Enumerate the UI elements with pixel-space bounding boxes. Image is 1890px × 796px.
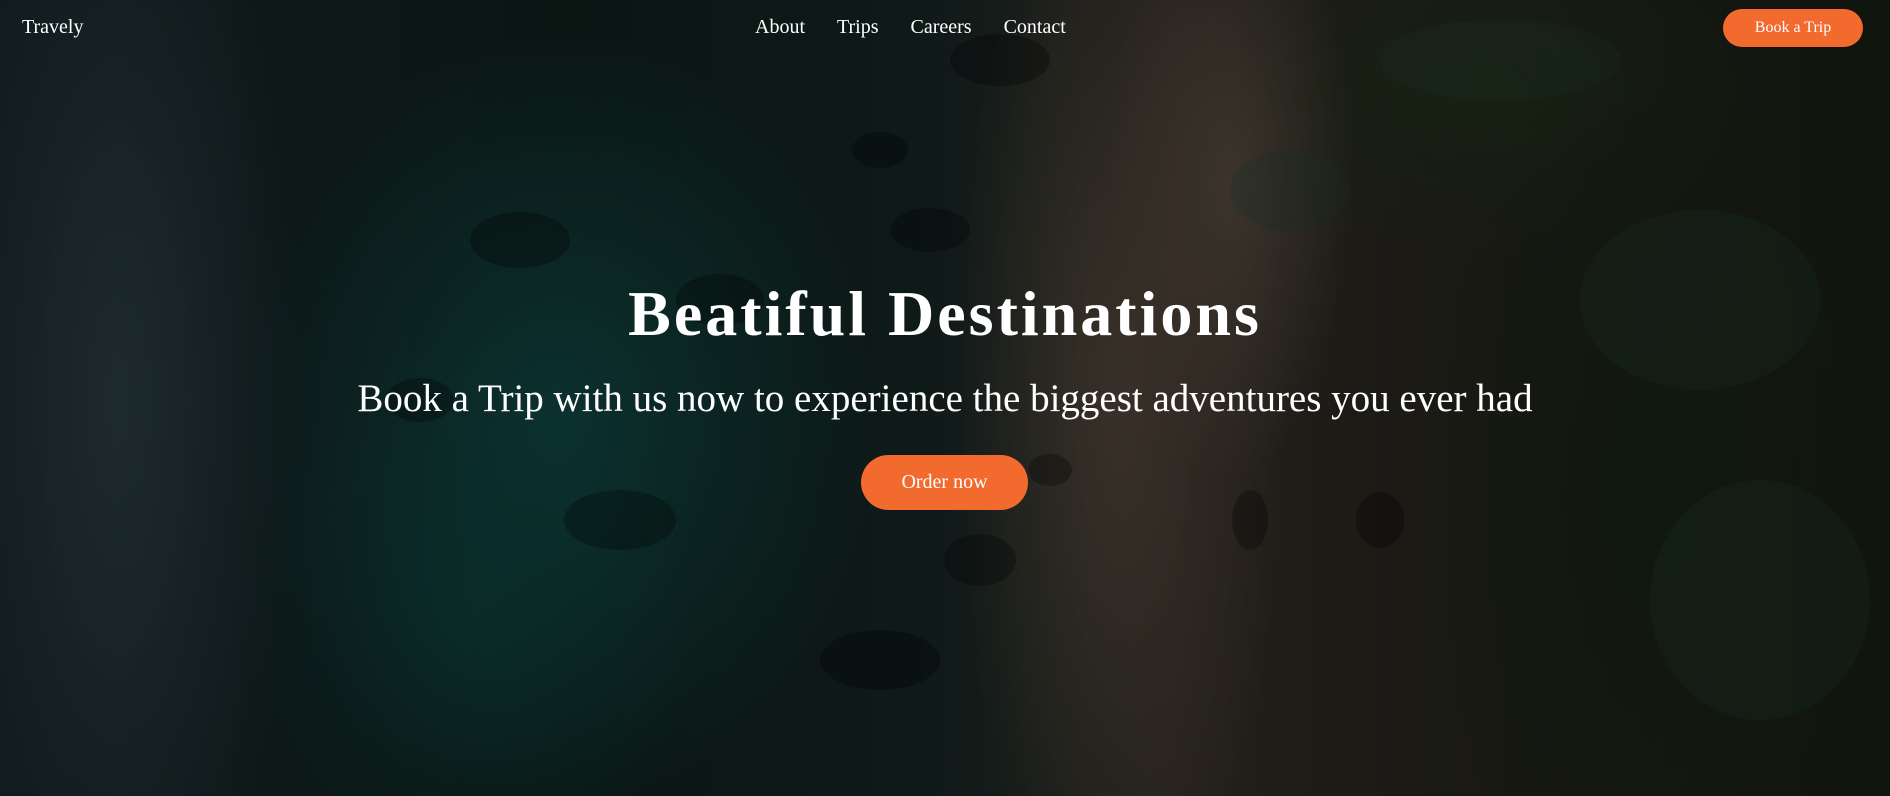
nav-item-careers: Careers [911, 16, 972, 39]
nav-item-about: About [755, 16, 805, 39]
nav-link-contact[interactable]: Contact [1004, 16, 1066, 38]
nav-links: About Trips Careers Contact [755, 16, 1066, 39]
hero-subtitle: Book a Trip with us now to experience th… [357, 377, 1533, 420]
nav-link-trips[interactable]: Trips [837, 16, 879, 38]
hero-title: Beatiful Destinations [628, 278, 1262, 349]
top-navbar: Travely About Trips Careers Contact Book… [0, 0, 1890, 56]
hero-section: Travely About Trips Careers Contact Book… [0, 0, 1890, 796]
hero-content: Beatiful Destinations Book a Trip with u… [0, 0, 1890, 796]
book-a-trip-button[interactable]: Book a Trip [1723, 9, 1863, 47]
nav-item-contact: Contact [1004, 16, 1066, 39]
nav-link-careers[interactable]: Careers [911, 16, 972, 38]
nav-link-about[interactable]: About [755, 16, 805, 38]
brand-logo-link[interactable]: Travely [22, 16, 83, 39]
nav-item-trips: Trips [837, 16, 879, 39]
order-now-button[interactable]: Order now [861, 455, 1028, 510]
